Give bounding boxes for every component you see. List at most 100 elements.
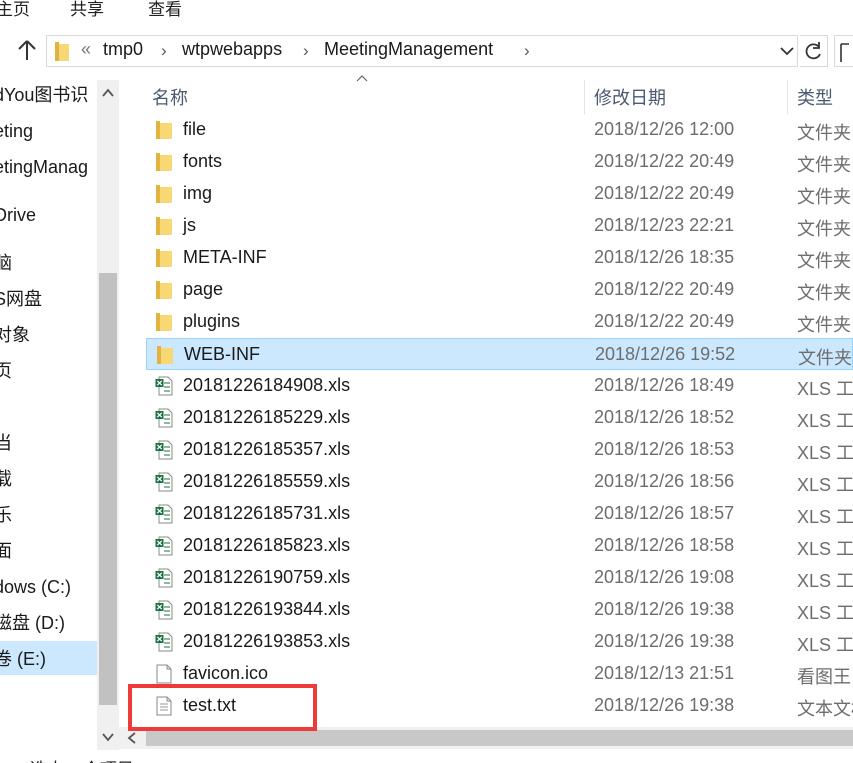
file-row[interactable]: 20181226185357.xls 2018/12/26 18:53 XLS 工作… xyxy=(146,434,853,466)
file-row[interactable]: 20181226185559.xls 2018/12/26 18:56 XLS 工作… xyxy=(146,466,853,498)
search-box[interactable] xyxy=(834,35,853,67)
file-row[interactable]: 20181226193844.xls 2018/12/26 19:38 XLS 工作… xyxy=(146,594,853,626)
file-type: XLS 工作表 xyxy=(797,443,853,463)
nav-item-downloads[interactable]: 载 xyxy=(0,462,12,496)
file-row[interactable]: fonts 2018/12/22 20:49 文件夹 xyxy=(146,146,853,178)
folder-icon xyxy=(155,312,173,332)
nav-scroll-thumb[interactable] xyxy=(99,273,117,705)
ico-file-icon xyxy=(155,664,173,684)
file-type: XLS 工作表 xyxy=(797,411,853,431)
tab-share[interactable]: 共享 xyxy=(70,0,104,20)
file-type: XLS 工作表 xyxy=(797,571,853,591)
nav-item-videos[interactable]: 页 xyxy=(0,354,12,388)
folder-icon xyxy=(155,248,173,268)
nav-item-this-pc[interactable]: 脑 xyxy=(0,246,12,280)
file-row[interactable]: file 2018/12/26 12:00 文件夹 xyxy=(146,114,853,146)
nav-item-3d-objects[interactable]: 对象 xyxy=(0,318,30,352)
file-row[interactable]: 20181226185731.xls 2018/12/26 18:57 XLS 工作… xyxy=(146,498,853,530)
breadcrumb-wtpwebapps[interactable]: wtpwebapps xyxy=(182,39,282,60)
file-name: img xyxy=(183,183,213,203)
excel-file-icon xyxy=(155,408,173,428)
file-name: META-INF xyxy=(183,247,267,267)
file-row[interactable]: js 2018/12/23 22:21 文件夹 xyxy=(146,210,853,242)
column-header-name[interactable]: 名称 xyxy=(152,84,188,110)
file-date: 2018/12/13 21:51 xyxy=(594,663,735,683)
highlight-annotation xyxy=(128,684,317,731)
tab-view[interactable]: 查看 xyxy=(148,0,182,20)
nav-item-wps-cloud[interactable]: S网盘 xyxy=(0,282,42,316)
nav-item-desktop[interactable]: 面 xyxy=(0,534,12,568)
nav-item-meeting[interactable]: eting xyxy=(0,114,33,148)
chevron-right-icon[interactable]: › xyxy=(161,41,167,61)
file-name: 20181226185357.xls xyxy=(183,439,351,459)
file-type: 文件夹 xyxy=(797,315,851,335)
file-row[interactable]: 20181226190759.xls 2018/12/26 19:08 XLS 工作… xyxy=(146,562,853,594)
chevron-right-icon[interactable]: › xyxy=(303,41,309,61)
file-type: XLS 工作表 xyxy=(797,475,853,495)
file-row[interactable]: WEB-INF 2018/12/26 19:52 文件夹 xyxy=(146,338,853,370)
folder-icon xyxy=(155,152,173,172)
file-type: 文件夹 xyxy=(797,123,851,143)
nav-item-drive-c[interactable]: dows (C:) xyxy=(0,570,71,604)
file-name: fonts xyxy=(183,151,223,171)
file-row[interactable]: 20181226184908.xls 2018/12/26 18:49 XLS 工作… xyxy=(146,370,853,402)
column-divider[interactable] xyxy=(787,80,788,114)
chevron-right-icon[interactable]: › xyxy=(524,41,530,61)
column-divider[interactable] xyxy=(584,80,585,114)
file-type: 文件夹 xyxy=(798,348,852,368)
file-type: XLS 工作表 xyxy=(797,507,853,527)
folder-icon xyxy=(156,345,174,365)
excel-file-icon xyxy=(155,568,173,588)
scroll-down-icon[interactable] xyxy=(101,730,115,744)
file-type: 文件夹 xyxy=(797,283,851,303)
search-icon xyxy=(840,43,849,62)
column-header-type[interactable]: 类型 xyxy=(797,84,833,110)
file-date: 2018/12/22 20:49 xyxy=(594,311,735,331)
file-name: 20181226184908.xls xyxy=(183,375,351,395)
folder-icon xyxy=(155,216,173,236)
file-name: WEB-INF xyxy=(184,344,260,364)
nav-item-onedrive[interactable]: Drive xyxy=(0,198,36,232)
file-date: 2018/12/26 18:52 xyxy=(594,407,735,427)
folder-icon xyxy=(155,120,173,140)
breadcrumb-meetingmanagement[interactable]: MeetingManagement xyxy=(324,39,493,60)
excel-file-icon xyxy=(155,632,173,652)
nav-item-meetingmanagement[interactable]: etingManag xyxy=(0,150,88,184)
tab-home[interactable]: 主页 xyxy=(0,0,30,20)
file-row[interactable]: 20181226185229.xls 2018/12/26 18:52 XLS 工作… xyxy=(146,402,853,434)
file-date: 2018/12/26 19:38 xyxy=(594,631,735,651)
nav-item-library[interactable]: dYou图书识 xyxy=(0,80,88,112)
file-name: 20181226193853.xls xyxy=(183,631,351,651)
address-bar[interactable]: « tmp0 › wtpwebapps › MeetingManagement … xyxy=(46,35,798,67)
file-date: 2018/12/26 18:53 xyxy=(594,439,735,459)
nav-scrollbar[interactable] xyxy=(97,80,119,750)
nav-item-drive-e[interactable]: 卷 (E:) xyxy=(0,642,46,676)
file-type: XLS 工作表 xyxy=(797,379,853,399)
chevron-down-icon[interactable] xyxy=(777,41,797,61)
refresh-button[interactable] xyxy=(800,35,828,67)
file-date: 2018/12/26 18:56 xyxy=(594,471,735,491)
sort-ascending-icon xyxy=(356,75,368,82)
nav-item-documents[interactable]: 当 xyxy=(0,426,12,460)
column-header-date[interactable]: 修改日期 xyxy=(594,84,666,110)
scroll-left-icon[interactable] xyxy=(125,731,139,745)
file-type: 看图王 xyxy=(797,667,851,687)
scroll-up-icon[interactable] xyxy=(101,86,115,100)
file-type: 文件夹 xyxy=(797,251,851,271)
horizontal-scroll-thumb[interactable] xyxy=(146,730,853,746)
nav-item-music[interactable]: 乐 xyxy=(0,498,12,532)
file-date: 2018/12/26 19:08 xyxy=(594,567,735,587)
file-name: plugins xyxy=(183,311,241,331)
up-arrow-icon[interactable] xyxy=(14,37,40,63)
file-name: 20181226185823.xls xyxy=(183,535,351,555)
file-row[interactable]: 20181226193853.xls 2018/12/26 19:38 XLS 工作… xyxy=(146,626,853,658)
file-row[interactable]: 20181226185823.xls 2018/12/26 18:58 XLS 工作… xyxy=(146,530,853,562)
breadcrumb-overflow[interactable]: « xyxy=(81,39,91,60)
nav-item-drive-d[interactable]: 磁盘 (D:) xyxy=(0,606,65,640)
excel-file-icon xyxy=(155,440,173,460)
file-row[interactable]: img 2018/12/22 20:49 文件夹 xyxy=(146,178,853,210)
breadcrumb-tmp0[interactable]: tmp0 xyxy=(103,39,143,60)
file-row[interactable]: META-INF 2018/12/26 18:35 文件夹 xyxy=(146,242,853,274)
file-row[interactable]: page 2018/12/22 20:49 文件夹 xyxy=(146,274,853,306)
file-row[interactable]: plugins 2018/12/22 20:49 文件夹 xyxy=(146,306,853,338)
